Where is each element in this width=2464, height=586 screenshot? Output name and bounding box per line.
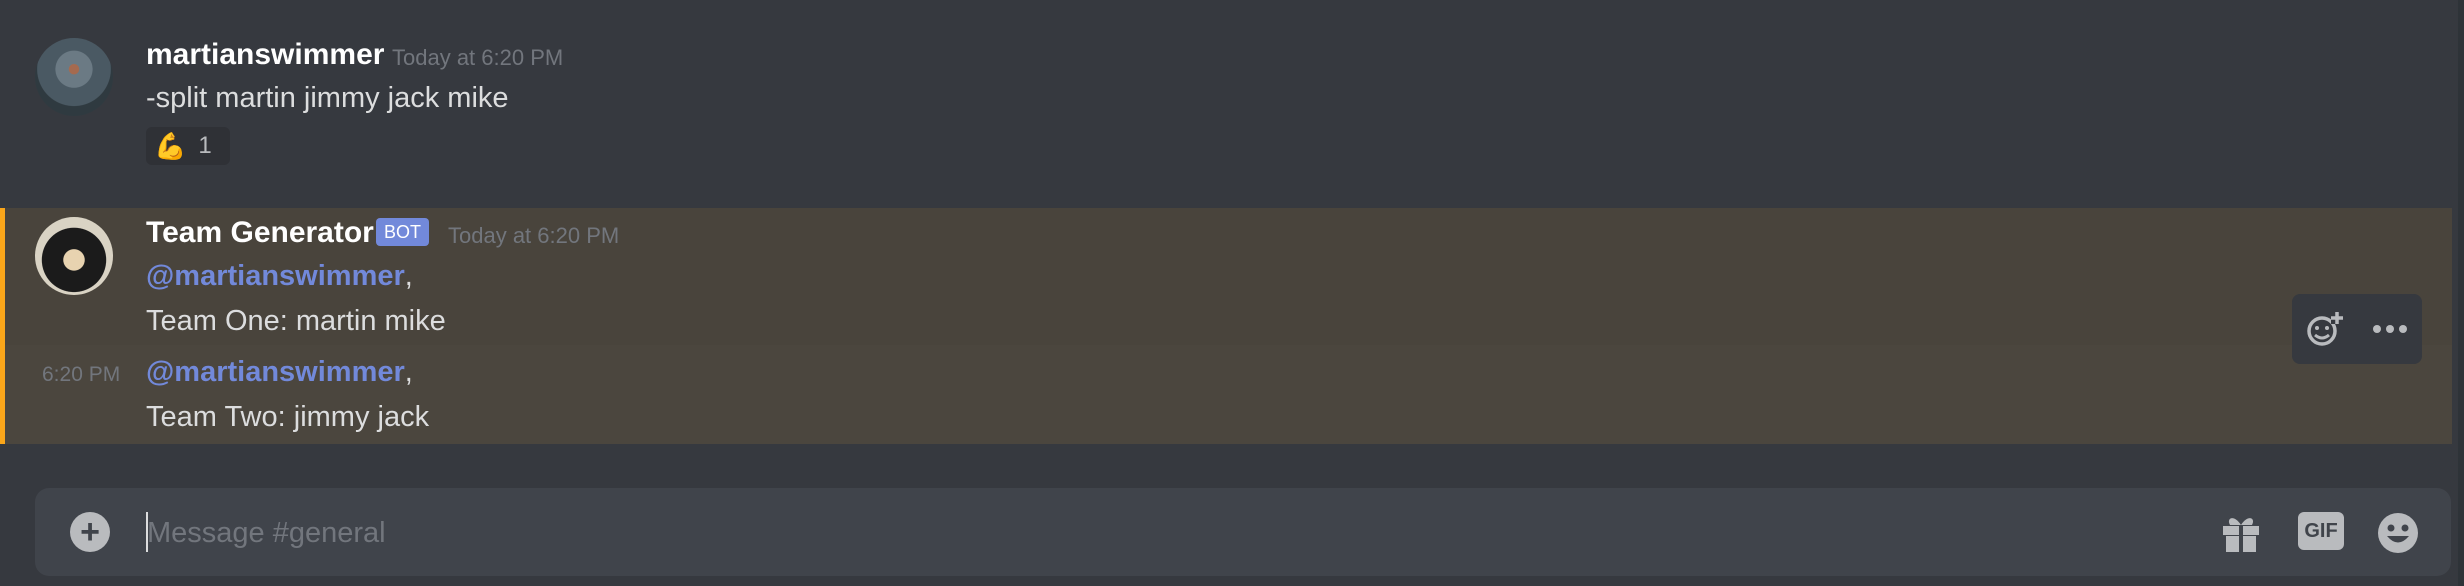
scrollbar[interactable] (2458, 0, 2464, 586)
message-input[interactable] (145, 506, 2149, 560)
emoji-icon[interactable] (2375, 510, 2421, 556)
reaction-emoji: 💪 (154, 130, 187, 161)
message-line: @martianswimmer, (146, 260, 413, 293)
username[interactable]: martianswimmer (146, 38, 384, 72)
more-options-icon[interactable] (2365, 304, 2415, 354)
mention-suffix: , (404, 356, 413, 388)
message-group-martianswimmer: martianswimmer Today at 6:20 PM -split m… (0, 0, 2452, 190)
gift-icon[interactable] (2218, 510, 2264, 556)
text-caret (146, 512, 148, 552)
message-timestamp: Today at 6:20 PM (392, 45, 564, 70)
bot-avatar[interactable] (35, 217, 113, 295)
reaction-count: 1 (198, 132, 212, 159)
mention-suffix: , (404, 260, 413, 292)
bot-username[interactable]: Team Generator (146, 216, 374, 250)
avatar[interactable] (35, 38, 113, 116)
hover-timestamp: 6:20 PM (42, 363, 121, 386)
message-line: Team One: martin mike (146, 305, 446, 337)
message-line: @martianswimmer, (146, 356, 413, 389)
add-reaction-icon[interactable] (2300, 304, 2350, 354)
message-line: Team Two: jimmy jack (146, 401, 430, 433)
message-actions-toolbar (2292, 294, 2422, 364)
message-timestamp: Today at 6:20 PM (448, 223, 620, 248)
message-composer: + GIF (35, 488, 2451, 576)
gif-icon[interactable]: GIF (2298, 512, 2344, 550)
plus-circle-icon[interactable]: + (70, 512, 110, 552)
user-mention[interactable]: @martianswimmer (146, 356, 405, 388)
user-mention[interactable]: @martianswimmer (146, 260, 405, 292)
message-content: -split martin jimmy jack mike (146, 82, 509, 114)
reaction-muscle[interactable]: 💪 1 (146, 127, 230, 165)
bot-badge: BOT (376, 218, 430, 246)
